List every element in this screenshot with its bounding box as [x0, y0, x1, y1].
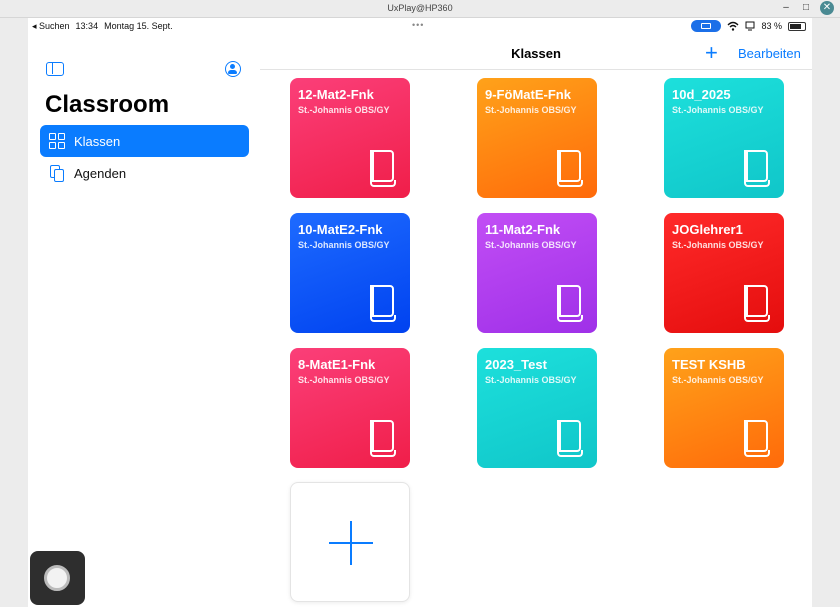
class-card[interactable]: 2023_Test St.-Johannis OBS/GY	[477, 348, 597, 468]
class-name: TEST KSHB	[672, 357, 746, 372]
class-name: 8-MatE1-Fnk	[298, 357, 376, 372]
class-school: St.-Johannis OBS/GY	[298, 105, 390, 115]
profile-icon[interactable]	[225, 61, 241, 77]
class-name: 2023_Test	[485, 357, 547, 372]
screen-mirroring-icon	[691, 20, 722, 32]
class-name: 11-Mat2-Fnk	[485, 222, 561, 237]
class-card[interactable]: 12-Mat2-Fnk St.-Johannis OBS/GY	[290, 78, 410, 198]
class-school: St.-Johannis OBS/GY	[485, 105, 577, 115]
wifi-icon	[727, 21, 739, 31]
book-icon	[741, 420, 771, 458]
app-title: Classroom	[45, 91, 170, 118]
screen-icon	[745, 21, 755, 31]
class-school: St.-Johannis OBS/GY	[298, 240, 390, 250]
class-school: St.-Johannis OBS/GY	[672, 240, 764, 250]
battery-percentage: 83 %	[761, 21, 782, 31]
status-time: 13:34	[75, 21, 99, 31]
class-card[interactable]: 8-MatE1-Fnk St.-Johannis OBS/GY	[290, 348, 410, 468]
book-icon	[554, 420, 584, 458]
status-bar: ◂ Suchen 13:34 Montag 15. Sept. ••• 83 %	[28, 18, 812, 36]
edit-button[interactable]: Bearbeiten	[738, 46, 801, 61]
maximize-button[interactable]: □	[800, 1, 812, 15]
class-school: St.-Johannis OBS/GY	[485, 240, 577, 250]
navigation-bar: Klassen + Bearbeiten	[260, 36, 812, 70]
class-name: 9-FöMatE-Fnk	[485, 87, 571, 102]
book-icon	[367, 285, 397, 323]
documents-icon	[48, 164, 66, 182]
class-name: 12-Mat2-Fnk	[298, 87, 374, 102]
class-school: St.-Johannis OBS/GY	[298, 375, 390, 385]
multitasking-dots-icon[interactable]: •••	[412, 20, 424, 30]
book-icon	[367, 150, 397, 188]
add-class-card[interactable]	[290, 482, 410, 602]
back-to-search-link[interactable]: ◂ Suchen	[32, 21, 70, 32]
window-titlebar: UxPlay@HP360 – □ ✕	[0, 0, 840, 18]
class-school: St.-Johannis OBS/GY	[672, 375, 764, 385]
class-card[interactable]: TEST KSHB St.-Johannis OBS/GY	[664, 348, 784, 468]
close-button[interactable]: ✕	[820, 1, 834, 15]
book-icon	[554, 285, 584, 323]
class-card[interactable]: 9-FöMatE-Fnk St.-Johannis OBS/GY	[477, 78, 597, 198]
class-name: JOGlehrer1	[672, 222, 743, 237]
assistive-touch-icon[interactable]	[30, 551, 85, 605]
status-date: Montag 15. Sept.	[104, 21, 173, 31]
class-school: St.-Johannis OBS/GY	[672, 105, 764, 115]
sidebar-toggle-icon[interactable]	[46, 62, 64, 76]
book-icon	[741, 150, 771, 188]
add-class-button[interactable]: +	[705, 40, 718, 66]
minimize-button[interactable]: –	[780, 1, 792, 15]
ipad-screen: ◂ Suchen 13:34 Montag 15. Sept. ••• 83 %…	[28, 18, 812, 607]
class-name: 10d_2025	[672, 87, 731, 102]
class-school: St.-Johannis OBS/GY	[485, 375, 577, 385]
battery-icon	[788, 21, 806, 31]
page-title: Klassen	[511, 46, 561, 61]
sidebar-item-label: Agenden	[74, 165, 127, 181]
book-icon	[741, 285, 771, 323]
sidebar-item-agenden[interactable]: Agenden	[40, 157, 249, 189]
class-grid-area: Klassen + Bearbeiten 12-Mat2-Fnk St.-Joha…	[260, 36, 812, 607]
sidebar-item-label: Klassen	[74, 133, 121, 149]
book-icon	[554, 150, 584, 188]
class-card[interactable]: 11-Mat2-Fnk St.-Johannis OBS/GY	[477, 213, 597, 333]
class-name: 10-MatE2-Fnk	[298, 222, 383, 237]
window-title: UxPlay@HP360	[387, 3, 453, 13]
class-card[interactable]: JOGlehrer1 St.-Johannis OBS/GY	[664, 213, 784, 333]
sidebar: Classroom Klassen Agenden	[28, 36, 260, 607]
sidebar-item-klassen[interactable]: Klassen	[40, 125, 249, 157]
window-controls: – □ ✕	[780, 1, 834, 15]
class-card[interactable]: 10d_2025 St.-Johannis OBS/GY	[664, 78, 784, 198]
book-icon	[367, 420, 397, 458]
grid-icon	[48, 132, 66, 150]
class-card[interactable]: 10-MatE2-Fnk St.-Johannis OBS/GY	[290, 213, 410, 333]
